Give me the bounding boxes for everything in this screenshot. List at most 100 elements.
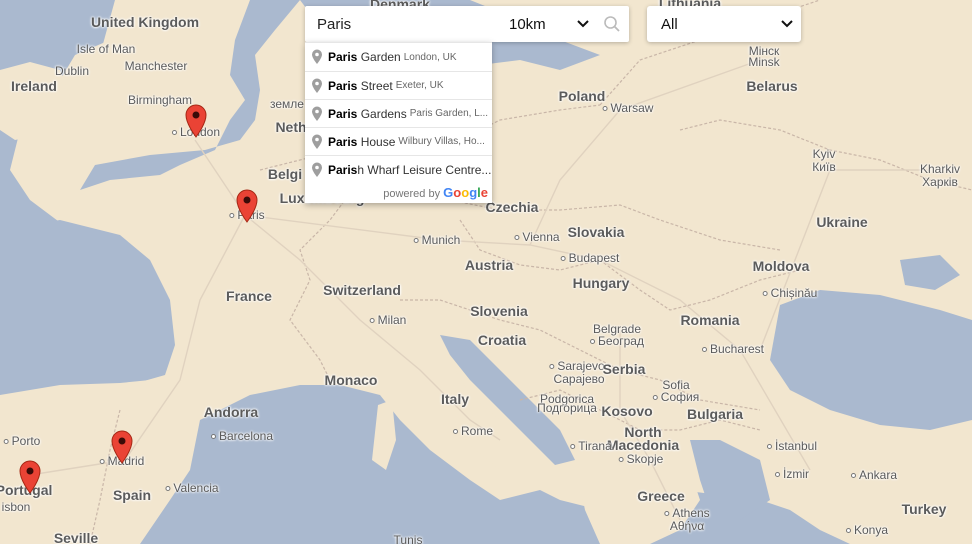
map-label-text: Αθήνα [669, 519, 705, 533]
marker-lisbon[interactable] [18, 460, 42, 494]
autocomplete-item-secondary: Exeter, UK [395, 80, 444, 91]
map-label-monaco: Monaco [325, 373, 378, 387]
search-icon[interactable] [603, 15, 621, 33]
city-dot-icon [165, 486, 171, 492]
google-logo-letter: e [480, 185, 488, 200]
autocomplete-item-main: Paris Gardens [328, 107, 407, 121]
map-label-dublin: Dublin [55, 64, 89, 78]
autocomplete-item[interactable]: Parish Wharf Leisure Centre... [305, 155, 492, 183]
location-search-input[interactable] [305, 7, 495, 41]
autocomplete-item[interactable]: Paris Garden London, UK [305, 43, 492, 71]
map-label-birmingham: Birmingham [128, 93, 192, 107]
autocomplete-item-match: Paris [328, 78, 358, 93]
map-label-text: Belgi [267, 166, 303, 182]
map-label-chisinau: Chișinău [762, 286, 817, 300]
map-label-lisbon: isbon [0, 500, 31, 514]
autocomplete-dropdown: Paris Garden London, UK Paris Street Exeter… [305, 42, 492, 203]
map-label-text: İstanbul [774, 439, 818, 453]
autocomplete-item-secondary: London, UK [403, 51, 457, 63]
map-label-text: Andorra [203, 404, 259, 420]
map-label-text: Kyiv [812, 147, 836, 161]
map-label-text: Poland [558, 88, 606, 104]
marker-london[interactable] [184, 104, 208, 138]
map-label-kyiv: Kyiv [813, 147, 836, 161]
map-label-text: İzmir [783, 467, 809, 481]
autocomplete-item-match: Paris [328, 106, 358, 121]
autocomplete-item-main: Paris Street [328, 79, 393, 93]
map-label-text: Vienna [522, 230, 560, 244]
google-logo-letter: g [469, 185, 478, 200]
autocomplete-item-rest: Gardens [357, 106, 407, 121]
map-label-belarus: Belarus [746, 79, 797, 93]
map-label-belgium: Belgi [268, 167, 302, 181]
map-label-text: Београд [598, 334, 644, 348]
map-label-text: Czechia [485, 199, 539, 215]
map-label-isle-of-man: Isle of Man [77, 42, 136, 56]
map-label-text: Ireland [11, 78, 57, 94]
map-label-budapest: Budapest [560, 251, 619, 265]
city-dot-icon [99, 459, 105, 465]
city-dot-icon [549, 364, 555, 370]
autocomplete-item-main: Paris Garden [328, 50, 401, 64]
autocomplete-item[interactable]: Paris Street Exeter, UK [305, 71, 492, 99]
city-dot-icon [570, 444, 576, 450]
radius-select[interactable]: 10km [505, 6, 597, 42]
map-label-text: Switzerland [323, 282, 401, 298]
map-label-sarajevo: Sarajevo [549, 359, 605, 373]
city-dot-icon [701, 347, 707, 353]
autocomplete-item-match: Paris [328, 134, 358, 149]
map-label-text: Monaco [324, 372, 378, 388]
autocomplete-item-rest: Garden [357, 50, 401, 64]
map-label-kharkiv-cyr: Харків [922, 175, 958, 189]
autocomplete-item-secondary: Wilbury Villas, Ho... [398, 136, 485, 147]
map-label-italy: Italy [441, 392, 469, 406]
map-label-text: Ukraine [816, 214, 868, 230]
map-label-munich: Munich [413, 233, 460, 247]
city-dot-icon [369, 318, 375, 324]
autocomplete-item-match: Paris [328, 50, 358, 64]
map-label-izmir: İzmir [775, 467, 809, 481]
map-label-istanbul: İstanbul [766, 439, 818, 453]
map-label-konya: Konya [845, 523, 889, 537]
location-pin-icon [312, 162, 322, 177]
map-label-text: Italy [440, 391, 470, 407]
map-label-ireland: Ireland [11, 79, 57, 93]
map-label-text: Belarus [746, 78, 798, 94]
map-label-text: Milan [377, 313, 407, 327]
marker-madrid[interactable] [110, 430, 134, 464]
autocomplete-item[interactable]: Paris House Wilbury Villas, Ho... [305, 127, 492, 155]
map-label-croatia: Croatia [478, 333, 526, 347]
map-label-warsaw: Warsaw [602, 101, 653, 115]
map-label-text: Київ [812, 160, 836, 174]
chevron-down-icon [577, 20, 589, 28]
autocomplete-item-secondary: Paris Garden, L... [409, 108, 489, 119]
map-label-poland: Poland [559, 89, 606, 103]
powered-by-google: powered by Google [305, 183, 492, 203]
city-dot-icon [762, 291, 768, 297]
city-dot-icon [514, 235, 520, 241]
map-label-text: Tunis [393, 533, 423, 544]
map-label-text: Ankara [858, 468, 898, 482]
autocomplete-item[interactable]: Paris Gardens Paris Garden, L... [305, 99, 492, 127]
map-label-valencia: Valencia [165, 481, 219, 495]
city-dot-icon [210, 434, 216, 440]
map-label-text: Slovenia [470, 303, 528, 319]
map-label-text: Birmingham [127, 93, 193, 107]
map-label-athens-cyr: Αθήνα [670, 519, 704, 533]
location-pin-icon [312, 49, 322, 64]
map-label-text: Konya [853, 523, 889, 537]
city-dot-icon [775, 472, 780, 478]
map-label-athens: Athens [664, 506, 710, 520]
map-label-bulgaria: Bulgaria [687, 407, 743, 421]
city-dot-icon [590, 339, 596, 345]
marker-paris[interactable] [235, 189, 259, 223]
city-dot-icon [850, 473, 856, 479]
map-label-text: Austria [464, 257, 514, 273]
category-select[interactable]: All [647, 6, 801, 42]
city-dot-icon [452, 429, 458, 435]
map-label-moldova: Moldova [753, 259, 810, 273]
map-label-text: Slovakia [567, 224, 625, 240]
map-label-romania: Romania [680, 313, 739, 327]
map-label-text: Isle of Man [76, 42, 136, 56]
map-label-text: Харків [922, 175, 958, 189]
